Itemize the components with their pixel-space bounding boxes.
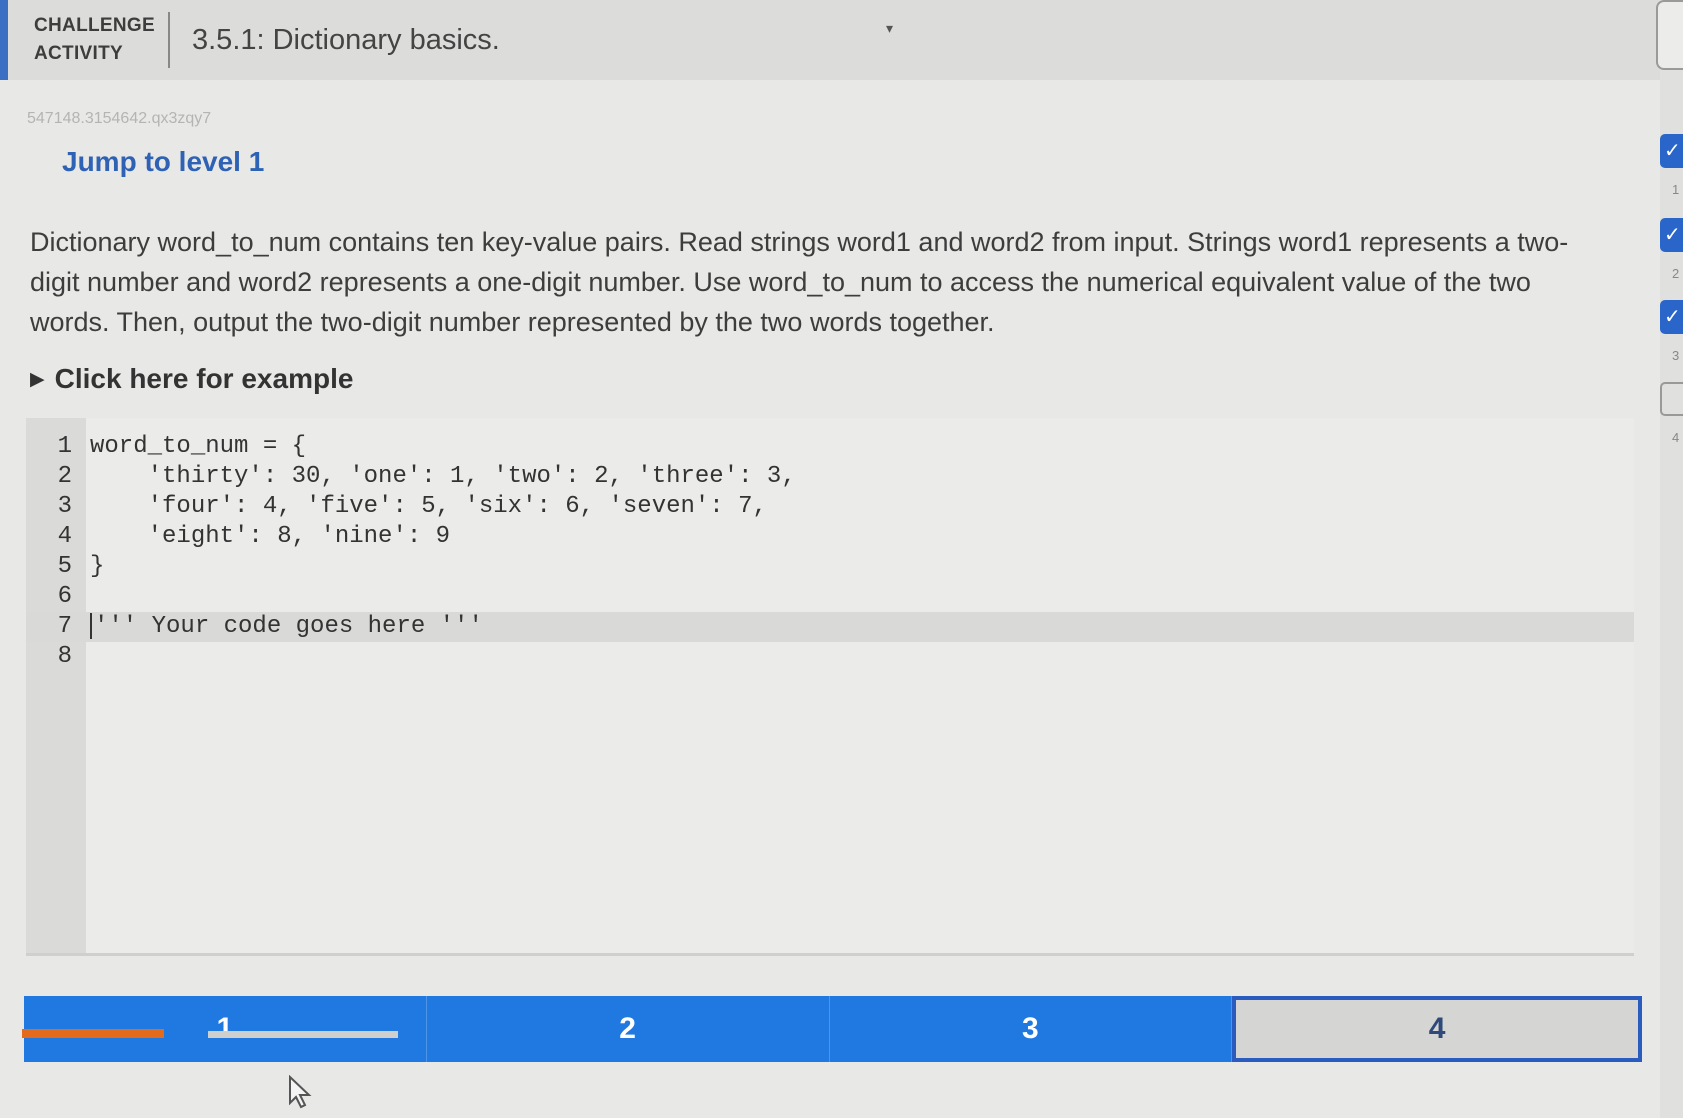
code-line-6[interactable]: 6 [26,582,1626,612]
level-2-button[interactable]: 2 [426,996,830,1062]
sidebar-top-box [1656,0,1683,70]
line-number: 2 [57,463,72,490]
example-toggle-label: Click here for example [54,363,354,394]
mouse-pointer-icon [289,1075,312,1109]
caret-down-icon: ▾ [886,20,894,36]
line-number: 7 [57,613,72,640]
code-text[interactable] [78,582,90,612]
code-text[interactable]: } [78,552,104,582]
text-cursor [90,612,92,639]
code-comment: ''' Your code goes here ''' [94,613,483,640]
code-text[interactable]: 'eight': 8, 'nine': 9 [78,522,450,552]
sidebar-level-number: 3 [1672,348,1680,363]
level-1-check-icon[interactable]: ✓ [1660,134,1683,168]
code-line-1[interactable]: 1 word_to_num = { [26,432,1626,462]
next-button-partial[interactable] [208,1031,398,1038]
line-number: 1 [57,433,72,460]
jump-to-level-link[interactable]: Jump to level 1 [62,146,264,178]
line-number: 4 [57,523,72,550]
code-line-5[interactable]: 5 } [26,552,1626,582]
line-number: 3 [57,493,72,520]
activity-title: 3.5.1: Dictionary basics. [192,23,500,56]
code-line-3[interactable]: 3 'four': 4, 'five': 5, 'six': 6, 'seven… [26,492,1626,522]
level-3-check-icon[interactable]: ✓ [1660,300,1683,334]
sidebar-level-number: 1 [1672,182,1680,197]
instructions-text: Dictionary word_to_num contains ten key-… [30,227,1569,337]
code-line-4[interactable]: 4 'eight': 8, 'nine': 9 [26,522,1626,552]
code-text[interactable]: ''' Your code goes here ''' [78,612,483,642]
activity-id: 547148.3154642.qx3zqy7 [27,110,212,127]
code-editor[interactable]: 1 word_to_num = { 2 'thirty': 30, 'one':… [26,418,1634,956]
line-number: 6 [57,583,72,610]
line-number: 5 [57,553,72,580]
activity-header: CHALLENGE ACTIVITY 3.5.1: Dictionary bas… [0,0,1660,80]
activity-content: 547148.3154642.qx3zqy7 Jump to level 1 D… [0,80,1660,1118]
triangle-right-icon: ▶ [30,368,45,390]
level-4-button[interactable]: 4 [1232,996,1642,1062]
example-toggle[interactable]: ▶ Click here for example [30,363,353,395]
level-4-empty-box[interactable] [1660,382,1683,416]
header-divider [168,12,170,68]
challenge-activity-label: CHALLENGE ACTIVITY [34,15,155,64]
code-text[interactable]: 'thirty': 30, 'one': 1, 'two': 2, 'three… [78,462,796,492]
level-3-button[interactable]: 3 [829,996,1233,1062]
check-button-partial[interactable] [22,1029,164,1038]
sidebar-level-number: 4 [1672,430,1680,445]
code-line-2[interactable]: 2 'thirty': 30, 'one': 1, 'two': 2, 'thr… [26,462,1626,492]
code-text[interactable] [78,642,90,672]
code-line-8[interactable]: 8 [26,642,1626,672]
level-2-check-icon[interactable]: ✓ [1660,218,1683,252]
sidebar-level-number: 2 [1672,266,1680,281]
code-text[interactable]: word_to_num = { [78,432,306,462]
code-text[interactable]: 'four': 4, 'five': 5, 'six': 6, 'seven':… [78,492,767,522]
level-progress-bar: 1 2 3 4 [24,996,1642,1062]
code-line-7[interactable]: 7 ''' Your code goes here ''' [26,612,1626,642]
line-number: 8 [57,643,72,670]
